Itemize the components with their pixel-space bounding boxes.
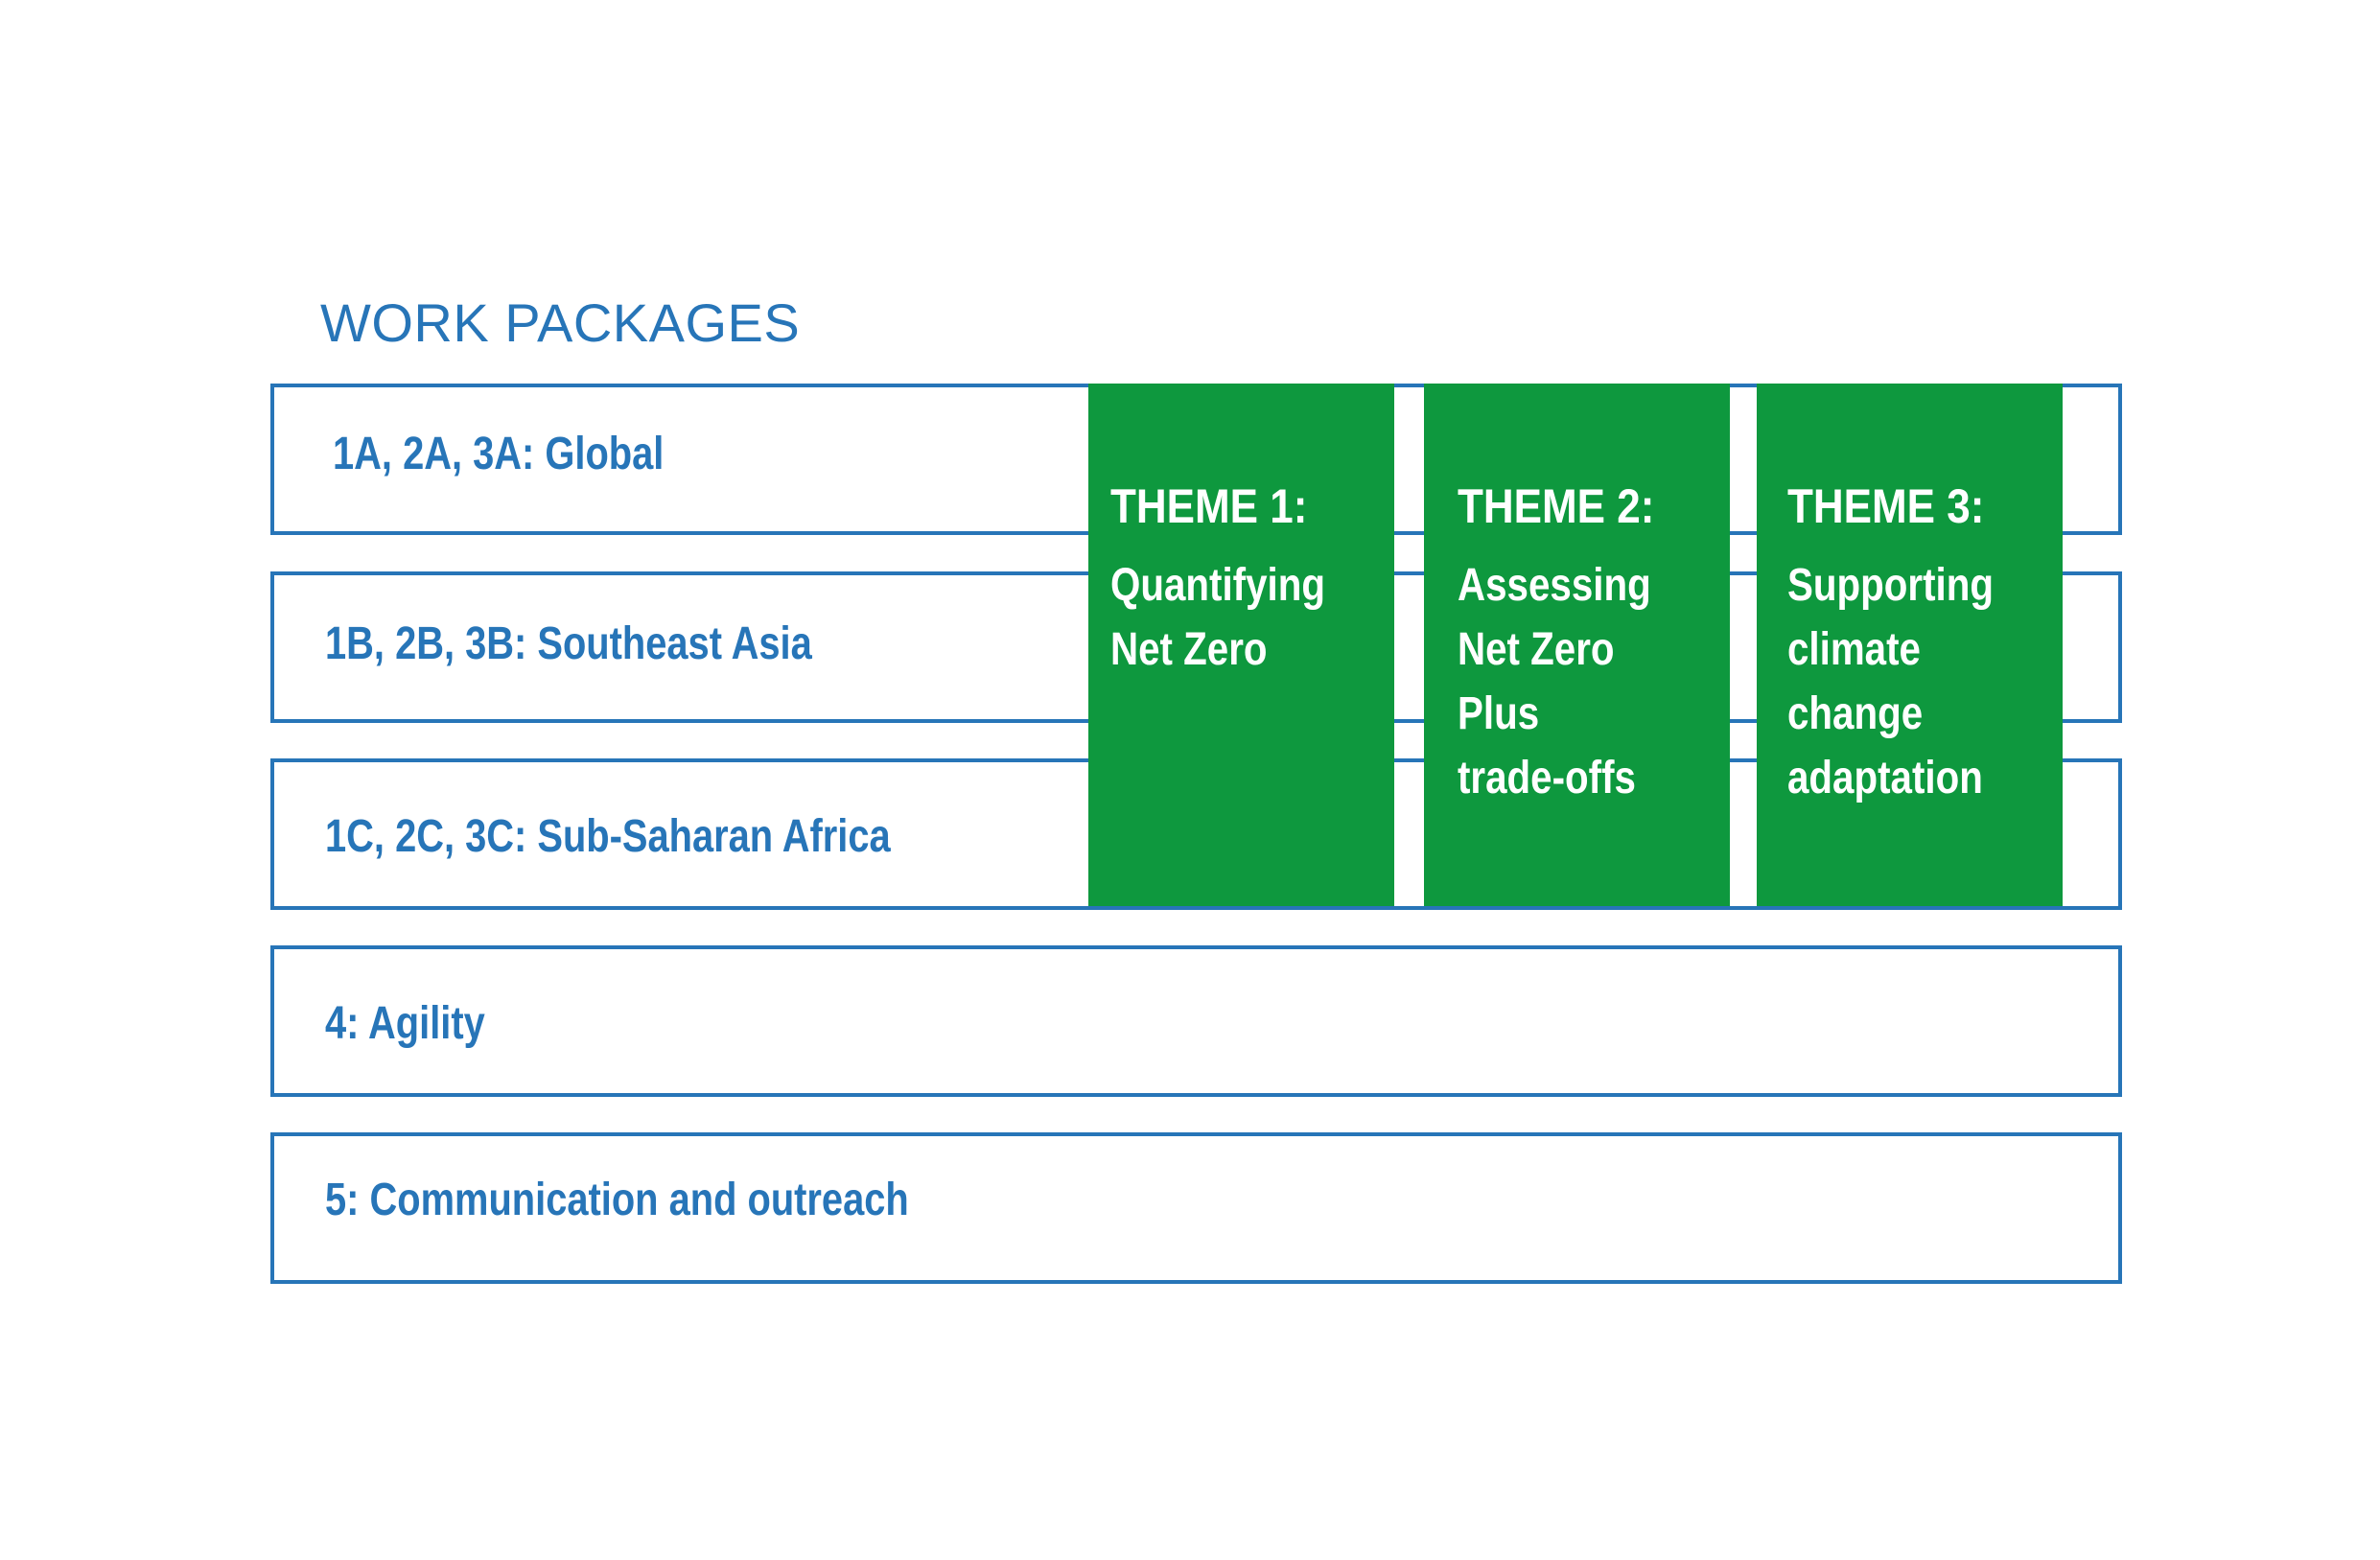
theme-description: Quantifying Net Zero — [1110, 553, 1325, 682]
theme-description: Assessing Net Zero Plus trade-offs — [1458, 553, 1651, 810]
theme-line: change — [1787, 688, 1924, 739]
theme-title: THEME 3: — [1787, 479, 1985, 533]
theme-line: Net Zero — [1458, 624, 1615, 675]
theme-line: Assessing — [1458, 560, 1651, 611]
theme-line: Quantifying — [1110, 560, 1325, 611]
work-package-label: 5: Communication and outreach — [325, 1175, 909, 1225]
theme-line: Supporting — [1787, 560, 1994, 611]
theme-line: Plus — [1458, 688, 1540, 739]
theme-line: trade-offs — [1458, 753, 1636, 803]
theme-description: Supporting climate change adaptation — [1787, 553, 1994, 810]
work-package-label: 1A, 2A, 3A: Global — [333, 429, 665, 479]
theme-line: adaptation — [1787, 753, 1983, 803]
theme-title: THEME 1: — [1110, 479, 1308, 533]
theme-2-column: THEME 2: Assessing Net Zero Plus trade-o… — [1424, 384, 1730, 906]
work-package-label: 4: Agility — [325, 998, 485, 1049]
theme-title: THEME 2: — [1458, 479, 1655, 533]
work-package-label: 1B, 2B, 3B: Southeast Asia — [325, 618, 812, 669]
theme-3-column: THEME 3: Supporting climate change adapt… — [1757, 384, 2063, 906]
theme-line: climate — [1787, 624, 1921, 675]
theme-1-column: THEME 1: Quantifying Net Zero — [1088, 384, 1394, 906]
theme-line: Net Zero — [1110, 624, 1268, 675]
work-package-row-agility — [270, 945, 2122, 1097]
work-packages-heading: WORK PACKAGES — [320, 292, 801, 353]
work-package-label: 1C, 2C, 3C: Sub-Saharan Africa — [325, 811, 891, 862]
